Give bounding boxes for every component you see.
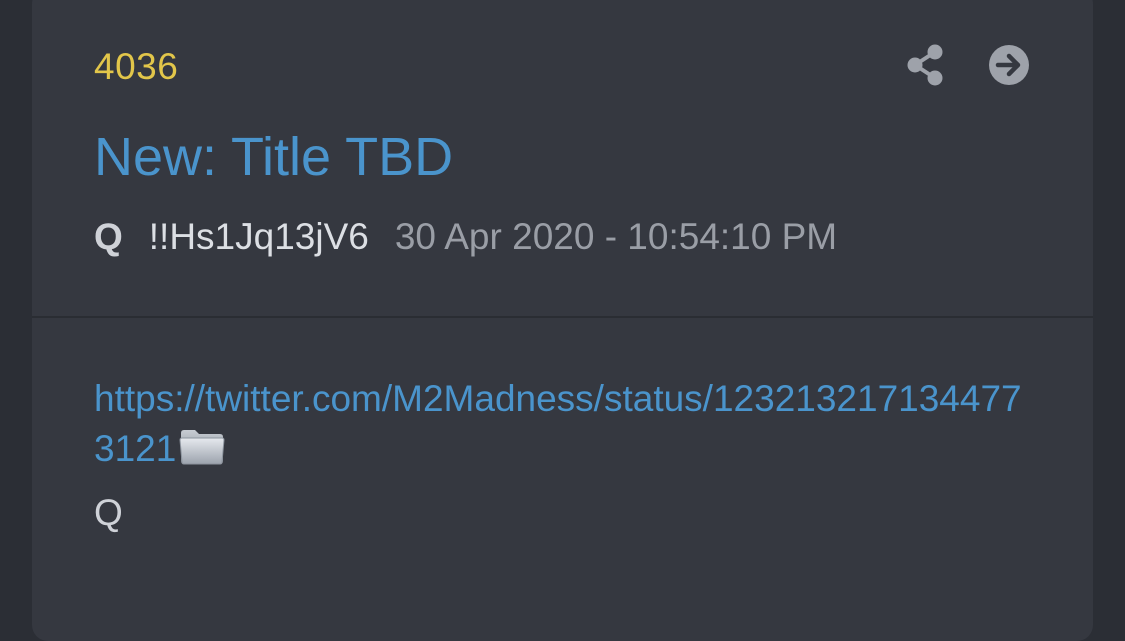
author-name: Q	[94, 216, 123, 257]
post-number: 4036	[94, 46, 179, 87]
post-actions	[903, 43, 1031, 87]
open-post-button[interactable]	[987, 43, 1031, 87]
post-title: New: Title TBD	[94, 127, 454, 187]
post-card: 4036 New: Title TBD Q !!Hs1Jq13jV6 30 Ap…	[32, 0, 1093, 641]
twitter-link[interactable]: https://twitter.com/M2Madness/status/123…	[94, 378, 1022, 469]
folder-icon[interactable]	[178, 425, 226, 480]
arrow-circle-right-icon	[989, 45, 1029, 85]
share-button[interactable]	[903, 43, 947, 87]
link-line: https://twitter.com/M2Madness/status/123…	[94, 374, 1034, 480]
divider	[32, 316, 1093, 318]
tripcode: !!Hs1Jq13jV6	[148, 216, 369, 257]
post-meta: Q !!Hs1Jq13jV6 30 Apr 2020 - 10:54:10 PM	[94, 216, 837, 258]
post-body: https://twitter.com/M2Madness/status/123…	[94, 374, 1034, 538]
signature: Q	[94, 492, 123, 533]
share-icon	[907, 44, 943, 86]
post-timestamp: 30 Apr 2020 - 10:54:10 PM	[394, 216, 838, 257]
